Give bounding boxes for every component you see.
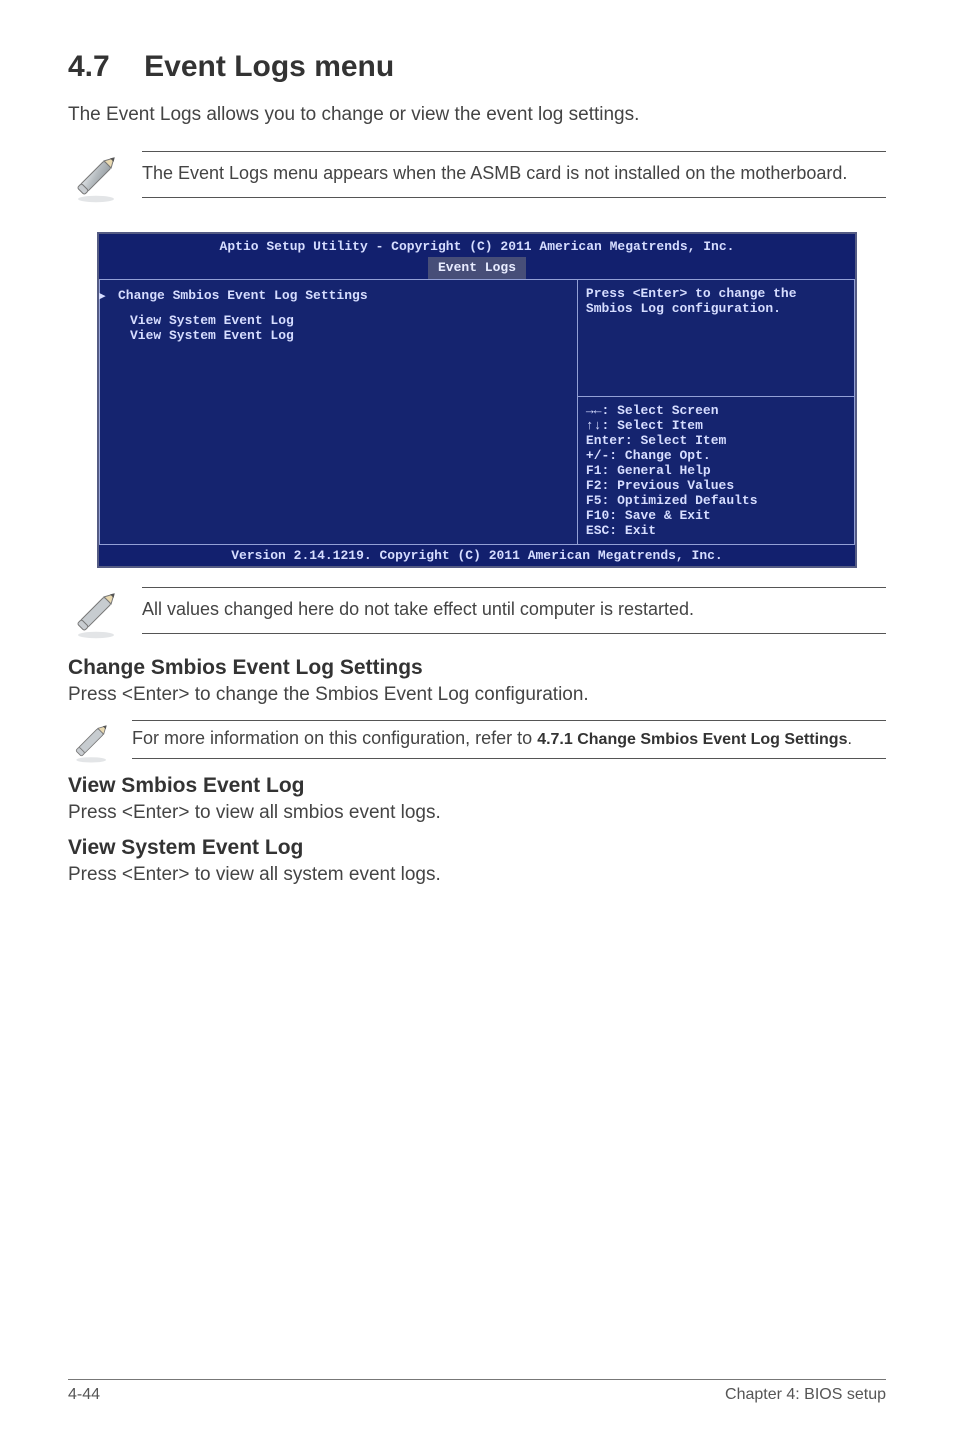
note-text-pre: For more information on this configurati… — [132, 728, 537, 748]
bios-key-line: →←: Select Screen — [586, 403, 846, 418]
intro-paragraph: The Event Logs allows you to change or v… — [68, 102, 886, 128]
page-number: 4-44 — [68, 1386, 100, 1404]
bios-key-line: F1: General Help — [586, 463, 846, 478]
triangle-icon: ▶ — [99, 289, 106, 303]
section-heading: 4.7 Event Logs menu — [68, 50, 886, 84]
note-text-wrap: For more information on this configurati… — [132, 720, 886, 759]
note-block-top: The Event Logs menu appears when the ASM… — [68, 146, 886, 204]
note-text: All values changed here do not take effe… — [142, 598, 880, 621]
bios-title-text: Aptio Setup Utility - Copyright (C) 2011… — [99, 238, 855, 256]
chapter-label: Chapter 4: BIOS setup — [725, 1386, 886, 1404]
bios-menu-item[interactable]: View System Event Log — [130, 313, 567, 328]
note-block-restart: All values changed here do not take effe… — [68, 582, 886, 640]
note-text-post: . — [847, 731, 851, 748]
subsection-title: Change Smbios Event Log Settings — [68, 656, 886, 680]
bios-titlebar: Aptio Setup Utility - Copyright (C) 2011… — [99, 234, 855, 279]
bios-body: ▶ Change Smbios Event Log Settings View … — [99, 279, 855, 545]
bios-menu-pane: ▶ Change Smbios Event Log Settings View … — [99, 279, 577, 545]
bios-menu-item[interactable]: View System Event Log — [130, 328, 567, 343]
pencil-icon — [68, 716, 116, 764]
bios-help-text: Press <Enter> to change the Smbios Log c… — [577, 279, 855, 396]
bios-key-line: Enter: Select Item — [586, 433, 846, 448]
note-text-wrap: All values changed here do not take effe… — [142, 587, 886, 634]
subsection-body: Press <Enter> to change the Smbios Event… — [68, 684, 886, 706]
page-footer: 4-44 Chapter 4: BIOS setup — [68, 1379, 886, 1404]
bios-menu-item[interactable]: Change Smbios Event Log Settings — [118, 288, 567, 303]
pencil-icon — [68, 146, 126, 204]
bios-footer: Version 2.14.1219. Copyright (C) 2011 Am… — [99, 545, 855, 566]
bios-active-tab[interactable]: Event Logs — [428, 257, 526, 279]
bios-panel: Aptio Setup Utility - Copyright (C) 2011… — [97, 232, 857, 568]
note-text-wrap: The Event Logs menu appears when the ASM… — [142, 151, 886, 198]
note-text: The Event Logs menu appears when the ASM… — [142, 162, 880, 185]
heading-title: Event Logs menu — [144, 50, 394, 84]
note-text-bold: 4.7.1 Change Smbios Event Log Settings — [537, 731, 847, 748]
subsection-title: View System Event Log — [68, 836, 886, 860]
bios-key-line: F5: Optimized Defaults — [586, 493, 846, 508]
bios-key-line: ESC: Exit — [586, 523, 846, 538]
note-block-config-ref: For more information on this configurati… — [68, 716, 886, 764]
pencil-icon — [68, 582, 126, 640]
bios-key-line: ↑↓: Select Item — [586, 418, 846, 433]
subsection-title: View Smbios Event Log — [68, 774, 886, 798]
bios-key-line: +/-: Change Opt. — [586, 448, 846, 463]
subsection-body: Press <Enter> to view all smbios event l… — [68, 802, 886, 824]
heading-number: 4.7 — [68, 50, 110, 84]
bios-key-line: F10: Save & Exit — [586, 508, 846, 523]
bios-right-pane: Press <Enter> to change the Smbios Log c… — [577, 279, 855, 545]
bios-key-legend: →←: Select Screen ↑↓: Select Item Enter:… — [577, 396, 855, 545]
subsection-body: Press <Enter> to view all system event l… — [68, 864, 886, 886]
bios-key-line: F2: Previous Values — [586, 478, 846, 493]
